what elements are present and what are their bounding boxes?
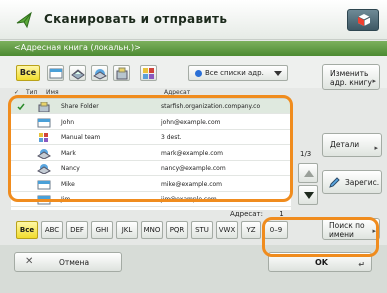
- address-book-header: <Адресная книга (локальн.)>: [0, 41, 387, 56]
- table-row[interactable]: Mike mike@example.com: [11, 177, 291, 192]
- row-name: Nancy: [61, 165, 80, 172]
- alphabet-filter-row: Все ABC DEF GHI JKL MNO PQR STU VWX YZ 0–9: [0, 218, 387, 242]
- filter-fax-button[interactable]: [69, 65, 86, 81]
- table-row[interactable]: Nancy nancy@example.com: [11, 161, 291, 176]
- email-icon: [37, 118, 51, 128]
- row-destination: john@example.com: [161, 118, 221, 126]
- scroll-up-button[interactable]: [298, 163, 318, 183]
- alphabet-button[interactable]: STU: [191, 221, 213, 239]
- scan-send-icon: [16, 11, 32, 29]
- row-check-placeholder: [17, 196, 24, 203]
- pencil-icon: [329, 177, 340, 188]
- group-type-icon: [143, 68, 154, 79]
- row-destination: mike@example.com: [161, 180, 223, 188]
- address-list-select[interactable]: Все списки адр.: [188, 65, 288, 81]
- row-check-placeholder: [17, 119, 24, 126]
- destination-column-header[interactable]: Адресат: [164, 89, 190, 96]
- change-address-book-button[interactable]: Изменить адр. книгу ▸: [322, 64, 380, 90]
- file-type-icon: [116, 67, 128, 80]
- bottom-bar: ✕ Отмена OK ↵: [0, 245, 387, 293]
- ifax-icon: [37, 148, 51, 160]
- row-check-placeholder: [17, 150, 24, 157]
- cancel-button[interactable]: ✕ Отмена: [14, 252, 122, 272]
- filter-all-button[interactable]: Все: [16, 65, 40, 81]
- email-icon: [37, 180, 51, 190]
- table-row[interactable]: Jim jim@example.com: [11, 192, 291, 207]
- row-destination: jim@example.com: [161, 196, 217, 203]
- row-check-placeholder: [17, 181, 24, 188]
- row-name: Jim: [61, 196, 71, 203]
- row-destination: mark@example.com: [161, 149, 224, 157]
- row-name: Manual team: [61, 134, 101, 141]
- change-address-book-label: Изменить адр. книгу: [330, 69, 372, 87]
- filter-email-button[interactable]: [47, 65, 64, 81]
- row-check-placeholder: [17, 134, 24, 141]
- alphabet-button[interactable]: DEF: [66, 221, 88, 239]
- chevron-down-icon: [274, 71, 282, 76]
- checkmark-icon: [17, 103, 25, 111]
- alphabet-button[interactable]: Все: [16, 221, 38, 239]
- filter-group-button[interactable]: [140, 65, 157, 81]
- address-table: ✓ Тип Имя Адресат Share Folder starfish.o…: [0, 88, 298, 218]
- ifax-type-icon: [93, 69, 107, 80]
- selected-count-value: 1: [279, 210, 284, 218]
- alphabet-button[interactable]: PQR: [166, 221, 188, 239]
- ok-button[interactable]: OK ↵: [268, 252, 372, 272]
- group-icon: [37, 133, 51, 143]
- alphabet-button[interactable]: ABC: [41, 221, 63, 239]
- alphabet-button[interactable]: VWX: [216, 221, 238, 239]
- file-icon: [37, 101, 51, 113]
- type-column-header[interactable]: Тип: [26, 89, 38, 96]
- arrow-up-icon: [304, 170, 314, 177]
- arrow-down-icon: [304, 192, 314, 199]
- row-destination: 3 dest.: [161, 134, 182, 141]
- alphabet-button[interactable]: 0–9: [264, 221, 288, 239]
- chevron-right-icon: ▸: [374, 144, 378, 152]
- register-button[interactable]: Зарегис.: [322, 170, 382, 194]
- name-column-header[interactable]: Имя: [46, 89, 59, 96]
- table-header: ✓ Тип Имя Адресат: [14, 88, 294, 98]
- row-destination: starfish.organization.company.co: [161, 103, 261, 110]
- row-name: Mark: [61, 149, 76, 157]
- table-row[interactable]: Manual team 3 dest.: [11, 130, 291, 145]
- table-body: Share Folder starfish.organization.compan…: [11, 98, 291, 210]
- alphabet-button[interactable]: MNO: [141, 221, 163, 239]
- title-bar: Сканировать и отправить: [0, 0, 387, 40]
- help-button[interactable]: [347, 9, 379, 31]
- details-label: Детали: [330, 140, 360, 149]
- scroll-down-button[interactable]: [298, 185, 318, 205]
- fax-type-icon: [71, 69, 85, 80]
- row-check-placeholder: [17, 165, 24, 172]
- selected-count: Адресат: 1: [230, 210, 284, 218]
- help-cube-icon: [357, 14, 371, 26]
- row-name: Mike: [61, 180, 75, 188]
- close-icon: ✕: [25, 256, 34, 267]
- table-row[interactable]: Share Folder starfish.organization.compan…: [11, 99, 291, 114]
- table-row[interactable]: John john@example.com: [11, 115, 291, 130]
- ok-label: OK: [315, 258, 328, 267]
- ifax-icon: [37, 164, 51, 175]
- cancel-label: Отмена: [59, 258, 90, 267]
- page-title: Сканировать и отправить: [44, 12, 228, 26]
- list-dot-icon: [195, 70, 202, 77]
- alphabet-button[interactable]: GHI: [91, 221, 113, 239]
- register-label: Зарегис.: [345, 178, 380, 187]
- alphabet-button[interactable]: JKL: [116, 221, 138, 239]
- enter-icon: ↵: [358, 260, 365, 269]
- filter-ifax-button[interactable]: [91, 65, 108, 81]
- details-button[interactable]: Детали ▸: [322, 133, 382, 157]
- address-list-select-value: Все списки адр.: [205, 69, 264, 77]
- email-type-icon: [49, 68, 63, 79]
- row-name: Share Folder: [61, 103, 99, 110]
- alphabet-button[interactable]: YZ: [241, 221, 261, 239]
- page-indicator: 1/3: [300, 150, 312, 158]
- chevron-right-icon: ▸: [372, 77, 376, 85]
- selected-count-label: Адресат:: [230, 210, 263, 218]
- row-name: John: [61, 118, 75, 126]
- filter-file-button[interactable]: [113, 65, 130, 81]
- row-destination: nancy@example.com: [161, 165, 226, 172]
- email-icon: [37, 195, 51, 205]
- table-row[interactable]: Mark mark@example.com: [11, 146, 291, 161]
- check-column-header: ✓: [14, 89, 20, 96]
